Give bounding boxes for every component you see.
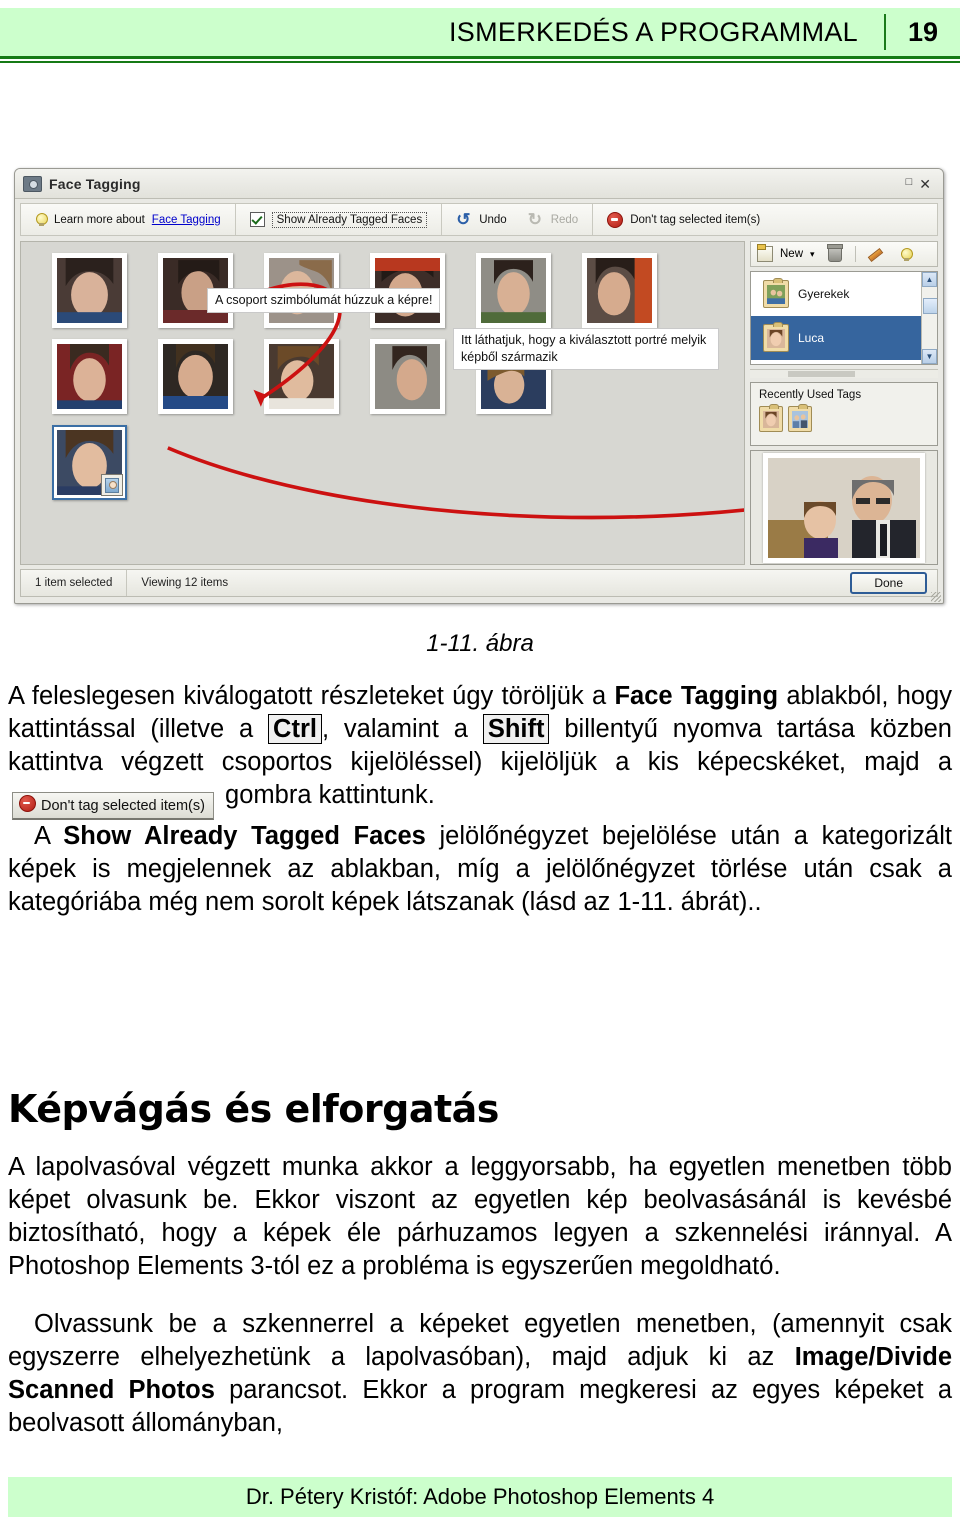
tag-thumbnail-icon (763, 278, 789, 308)
face-thumbnail[interactable] (476, 253, 551, 328)
window-title: Face Tagging (49, 175, 141, 192)
body-text-block-2: A lapolvasóval végzett munka akkor a leg… (8, 1125, 952, 1466)
chevron-down-icon[interactable]: ▾ (810, 249, 815, 260)
body-text-block-1: A feleslegesen kiválogatott részleteket … (8, 680, 952, 919)
tag-label: Gyerekek (798, 287, 850, 301)
page-footer: Dr. Pétery Kristóf: Adobe Photoshop Elem… (8, 1477, 952, 1517)
trash-icon[interactable] (826, 244, 843, 262)
scroll-up-icon[interactable]: ▲ (922, 272, 937, 287)
undo-icon[interactable] (456, 213, 472, 227)
p2-part-a: A (34, 822, 64, 850)
source-photo-preview (750, 450, 938, 565)
p2-bold-show-already-tagged: Show Already Tagged Faces (63, 822, 426, 850)
recent-tag-icon[interactable] (759, 404, 783, 432)
inline-button-label: Don't tag selected item(s) (41, 798, 205, 814)
inline-dont-tag-button-image: Don't tag selected item(s) (12, 792, 214, 820)
thumbnail-row-1 (21, 242, 744, 328)
face-thumbnail[interactable] (370, 339, 445, 414)
thumbnail-row-3 (21, 414, 744, 500)
section-paragraph-1: A lapolvasóval végzett munka akkor a leg… (8, 1152, 952, 1280)
learn-more-label: Learn more about (54, 213, 145, 226)
camera-icon (23, 175, 42, 192)
section-heading: Képvágás és elforgatás (8, 1086, 499, 1131)
scroll-down-icon[interactable]: ▼ (922, 349, 937, 364)
section-paragraph-2: Olvassunk be a szkennerrel a képeket egy… (8, 1308, 952, 1440)
keycap-ctrl: Ctrl (268, 714, 322, 744)
learn-more-link[interactable]: Face Tagging (152, 214, 221, 226)
annotation-callout-1: A csoport szimbólumát húzzuk a képre! (207, 288, 441, 313)
face-thumbnail-grid[interactable]: A csoport szimbólumát húzzuk a képre! It… (20, 241, 745, 565)
no-entry-icon (19, 795, 36, 812)
face-thumbnail-selected[interactable] (52, 425, 127, 500)
page-running-head: ISMERKEDÉS A PROGRAMMAL 19 (0, 8, 960, 56)
p1-part-d: , valamint a (321, 715, 483, 743)
tag-panel: New ▾ Gyerekek Luca ▲ ▼ Recently Used Ta… (750, 241, 938, 565)
dont-tag-cell[interactable]: Don't tag selected item(s) (593, 204, 774, 235)
paragraph-2: A Show Already Tagged Faces jelölőnégyze… (8, 820, 952, 919)
window-body: A csoport szimbólumát húzzuk a képre! It… (20, 241, 938, 565)
close-icon[interactable]: ✕ (919, 177, 931, 191)
resize-grip[interactable] (931, 592, 941, 602)
toolbar-divider (854, 246, 856, 262)
window-titlebar: Face Tagging □ ✕ (15, 169, 943, 199)
undo-label[interactable]: Undo (479, 214, 507, 226)
redo-icon (528, 213, 544, 227)
lightbulb-icon[interactable] (900, 247, 913, 261)
lightbulb-icon (35, 212, 48, 227)
page-title: ISMERKEDÉS A PROGRAMMAL (449, 16, 858, 47)
no-entry-icon (607, 211, 624, 228)
tag-list-hscrollbar[interactable] (750, 369, 938, 378)
tag-list-scrollbar[interactable]: ▲ ▼ (921, 272, 937, 364)
tag-list-item-selected[interactable]: Luca (751, 316, 937, 360)
tag-list-item[interactable]: Gyerekek (751, 272, 937, 316)
face-thumbnail[interactable] (158, 339, 233, 414)
paragraph-1: A feleslegesen kiválogatott részleteket … (8, 680, 952, 820)
redo-label: Redo (550, 213, 579, 226)
face-thumbnail[interactable] (264, 339, 339, 414)
face-thumbnail[interactable] (582, 253, 657, 328)
header-rule-bottom (0, 61, 960, 63)
footer-text: Dr. Pétery Kristóf: Adobe Photoshop Elem… (245, 1484, 715, 1509)
scrollbar-thumb[interactable] (923, 298, 937, 314)
recently-used-tags: Recently Used Tags (750, 382, 938, 446)
window-statusbar: 1 item selected Viewing 12 items Done (20, 569, 938, 597)
viewing-status: Viewing 12 items (141, 577, 229, 589)
pencil-icon[interactable] (867, 247, 882, 261)
maximize-icon[interactable]: □ (906, 177, 913, 188)
p1-bold-face-tagging: Face Tagging (614, 682, 779, 710)
face-thumbnail[interactable] (52, 253, 127, 328)
p1-part-a: A feleslegesen kiválogatott részleteket … (8, 682, 615, 710)
face-tagging-window: Face Tagging □ ✕ Learn more about Face T… (14, 168, 944, 604)
selection-status: 1 item selected (21, 570, 128, 596)
learn-more-cell: Learn more about Face Tagging (21, 204, 236, 235)
p1-part-f: gombra kattintunk. (217, 781, 435, 809)
new-tag-icon[interactable] (757, 244, 773, 262)
show-tagged-cell[interactable]: Show Already Tagged Faces (236, 204, 443, 235)
source-photo-badge[interactable] (101, 474, 123, 496)
figure-1-11: Face Tagging □ ✕ Learn more about Face T… (14, 168, 946, 608)
done-button[interactable]: Done (850, 572, 927, 594)
header-rule-top (0, 56, 960, 59)
annotation-callout-2: Itt láthatjuk, hogy a kiválasztott portr… (453, 328, 719, 370)
tag-toolbar: New ▾ (750, 241, 938, 267)
tag-list[interactable]: Gyerekek Luca ▲ ▼ (750, 271, 938, 365)
page-number: 19 (907, 16, 939, 47)
recent-tag-icon[interactable] (788, 404, 812, 432)
face-tagging-toolbar: Learn more about Face Tagging Show Alrea… (20, 203, 938, 236)
show-already-tagged-label[interactable]: Show Already Tagged Faces (271, 211, 428, 228)
tag-thumbnail-icon (763, 322, 789, 352)
tag-label: Luca (798, 331, 825, 345)
undo-redo-cell: Undo Redo (442, 204, 594, 235)
figure-caption: 1-11. ábra (426, 630, 534, 657)
dont-tag-label[interactable]: Don't tag selected item(s) (630, 214, 760, 226)
show-already-tagged-checkbox[interactable] (249, 212, 265, 227)
hscrollbar-thumb[interactable] (787, 371, 856, 377)
recently-used-tags-title: Recently Used Tags (759, 389, 862, 401)
keycap-shift: Shift (482, 714, 550, 744)
face-thumbnail[interactable] (52, 339, 127, 414)
new-tag-label[interactable]: New (780, 248, 803, 260)
